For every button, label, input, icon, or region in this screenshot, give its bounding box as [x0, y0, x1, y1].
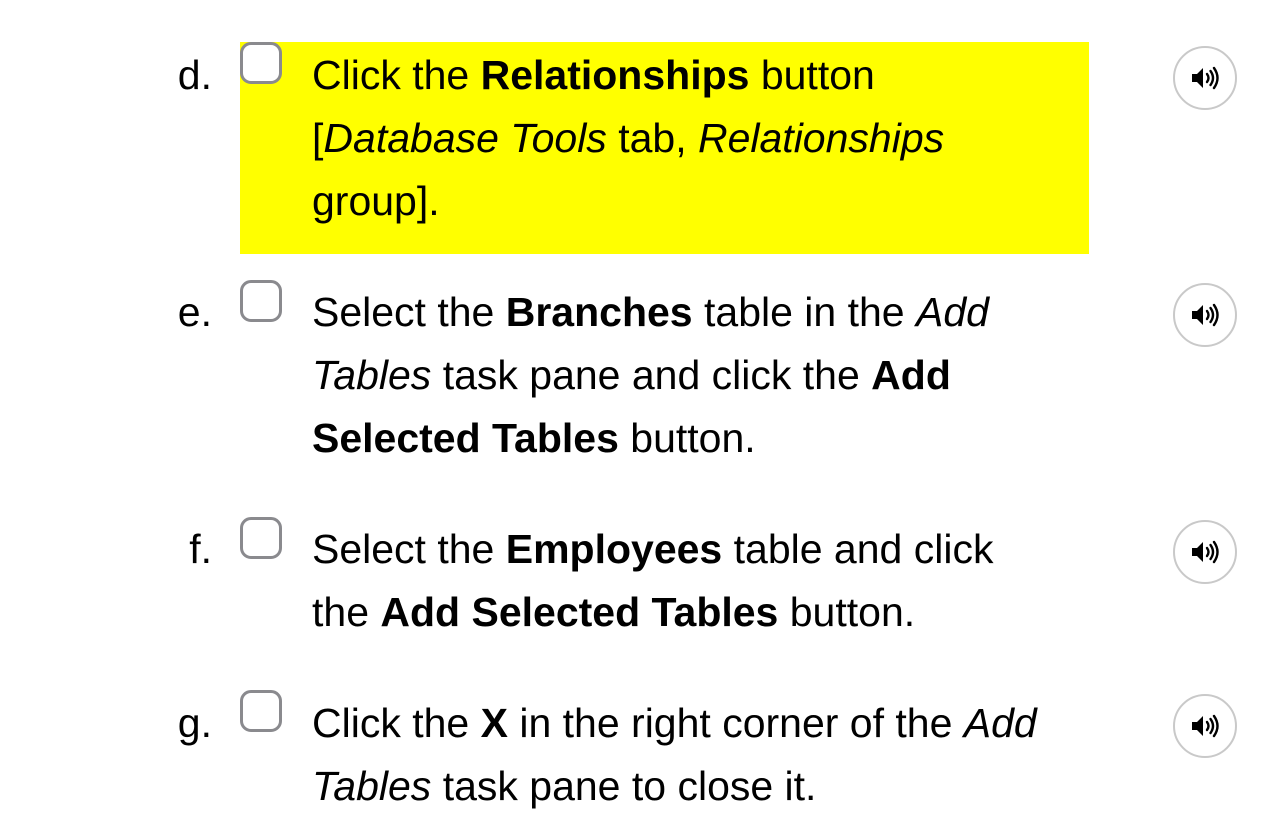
step-checkbox[interactable] — [240, 517, 282, 559]
step-letter: d. — [177, 52, 212, 98]
step-letter: f. — [189, 526, 212, 572]
step-text-run: tab, — [606, 115, 698, 161]
step-letter: e. — [177, 289, 212, 335]
step-text-run: Branches — [505, 289, 693, 335]
audio-button[interactable] — [1173, 694, 1237, 758]
step-text-run: Add — [963, 700, 1037, 746]
step-text-run: Tables — [312, 352, 432, 398]
step-text-run: Add Selected Tables — [380, 589, 779, 635]
step-text-run: Select the — [312, 289, 506, 335]
step-text-run: button — [749, 52, 875, 98]
step-text-run: [ — [312, 115, 324, 161]
step-text: Click the Relationships button [Database … — [312, 44, 1092, 233]
step-text-run: Click the — [312, 52, 481, 98]
step-text-run: table in the — [692, 289, 916, 335]
step-text-run: Click the — [312, 700, 481, 746]
step-text-run: Add — [916, 289, 989, 335]
step-text-run: Relationships — [697, 115, 945, 161]
step-text-run: table and click — [722, 526, 994, 572]
step-checkbox[interactable] — [240, 690, 282, 732]
step-text-run: Employees — [505, 526, 723, 572]
step-letter: g. — [177, 700, 212, 746]
step-text-run: group]. — [312, 178, 440, 224]
step-text-run: X — [480, 700, 508, 746]
step-text-run: task pane to close it. — [431, 763, 817, 809]
audio-button[interactable] — [1173, 283, 1237, 347]
step-text: Click the X in the right corner of the A… — [312, 692, 1092, 818]
step-text-run: in the right corner of the — [507, 700, 964, 746]
step-text-run: Tables — [312, 763, 432, 809]
audio-button[interactable] — [1173, 520, 1237, 584]
step-text: Select the Branches table in the Add Tabl… — [312, 281, 1092, 470]
step-text-run: the — [312, 589, 381, 635]
speaker-icon — [1190, 539, 1220, 565]
step-text-run: Select the — [312, 526, 506, 572]
step-text-run: button. — [778, 589, 916, 635]
audio-button[interactable] — [1173, 46, 1237, 110]
step-text-run: button. — [618, 415, 756, 461]
step-text-run: Relationships — [480, 52, 750, 98]
step-text-run: Database Tools — [323, 115, 607, 161]
speaker-icon — [1190, 713, 1220, 739]
step-checkbox[interactable] — [240, 42, 282, 84]
step-text-run: task pane and click the — [431, 352, 872, 398]
step-text-run: Selected Tables — [312, 415, 619, 461]
speaker-icon — [1190, 65, 1220, 91]
step-text-run: Add — [871, 352, 951, 398]
step-text: Select the Employees table and click the … — [312, 518, 1092, 644]
speaker-icon — [1190, 302, 1220, 328]
step-checkbox[interactable] — [240, 280, 282, 322]
